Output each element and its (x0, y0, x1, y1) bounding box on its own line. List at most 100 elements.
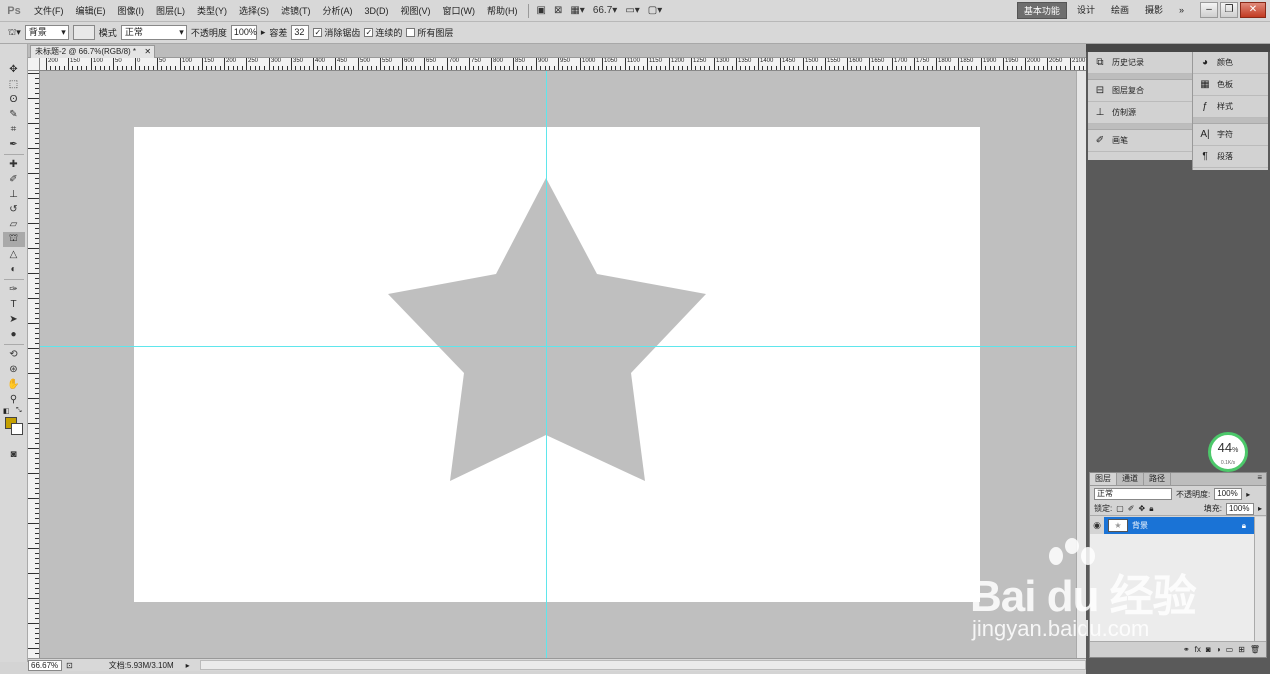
adjustment-layer-icon[interactable]: ◑ (1216, 645, 1221, 654)
bridge-icon[interactable]: ▣ (533, 2, 550, 20)
menu-item-5[interactable]: 选择(S) (233, 1, 275, 21)
layer-blend-mode-select[interactable]: 正常 (1094, 488, 1172, 500)
dock-collapse-strip[interactable] (1086, 44, 1270, 52)
layer-row-background[interactable]: ◉ ★ 背景 🔒︎ (1090, 517, 1254, 534)
close-tab-icon[interactable]: ✕ (144, 46, 151, 58)
swap-colors-icon[interactable]: ⤡ (16, 407, 22, 415)
horizontal-guide[interactable] (40, 346, 1076, 347)
path-select-tool-icon[interactable]: ➤ (3, 312, 25, 327)
panel-swatches[interactable]: ▦ 色板 (1193, 74, 1268, 96)
brush-tool-icon[interactable]: ✐ (3, 172, 25, 187)
menu-item-4[interactable]: 类型(Y) (191, 1, 233, 21)
workspace-essentials[interactable]: 基本功能 (1016, 2, 1067, 19)
tab-channels[interactable]: 通道 (1117, 473, 1144, 485)
type-tool-icon[interactable]: T (3, 297, 25, 312)
panel-history[interactable]: ⧉ 历史记录 (1088, 52, 1192, 74)
status-menu-icon[interactable]: ⊡ (66, 661, 73, 670)
ruler-origin[interactable] (28, 58, 40, 71)
workspace-painting[interactable]: 绘画 (1105, 2, 1135, 19)
dodge-tool-icon[interactable]: ◐ (3, 262, 25, 277)
minibridge-icon[interactable]: ⊠ (550, 2, 566, 20)
delete-layer-icon[interactable]: 🗑︎ (1250, 645, 1260, 654)
layer-fill-input[interactable]: 100% (1225, 502, 1254, 515)
layer-opacity-input[interactable]: 100% (1214, 488, 1243, 500)
document-canvas[interactable] (134, 127, 980, 602)
zoom-level-select[interactable]: 66.7▾ (589, 2, 622, 20)
arrange-documents-icon[interactable]: ▭▾ (621, 2, 643, 20)
3d-orbit-tool-icon[interactable]: ⊛ (3, 362, 25, 377)
panel-clone-source[interactable]: ⊥ 仿制源 (1088, 102, 1192, 124)
layer-opacity-arrow[interactable]: ▸ (1246, 490, 1250, 499)
quick-mask-icon[interactable]: ◙ (3, 447, 25, 462)
network-speed-meter[interactable]: 44% 0.1K/s (1208, 432, 1248, 472)
layer-style-icon[interactable]: fx (1195, 645, 1201, 654)
menu-item-1[interactable]: 编辑(E) (70, 1, 112, 21)
healing-brush-tool-icon[interactable]: ✚ (3, 157, 25, 172)
paint-bucket-tool-icon[interactable]: ⛫▾ (8, 27, 21, 39)
menu-item-10[interactable]: 窗口(W) (437, 1, 482, 21)
panel-brushes[interactable]: ✐ 画笔 (1088, 130, 1192, 152)
menu-item-3[interactable]: 图层(L) (150, 1, 191, 21)
pattern-swatch[interactable] (72, 25, 95, 40)
new-layer-icon[interactable]: ⊞ (1238, 645, 1245, 654)
workspace-more-button[interactable]: » (1173, 2, 1190, 19)
canvas-pasteboard[interactable] (40, 71, 1076, 658)
antialias-checkbox[interactable]: ✓ 消除锯齿 (313, 26, 360, 39)
view-extras-icon[interactable]: ▦▾ (566, 2, 588, 20)
tab-paths[interactable]: 路径 (1144, 473, 1171, 485)
panel-menu-icon[interactable]: ≡ (1257, 473, 1266, 485)
document-tab[interactable]: 未标题-2 @ 66.7%(RGB/8) * ✕ (30, 45, 156, 58)
new-group-icon[interactable]: ▭ (1226, 645, 1234, 654)
status-zoom-field[interactable]: 66.67% (28, 659, 62, 671)
layer-list-scrollbar[interactable] (1254, 517, 1266, 641)
contiguous-checkbox[interactable]: ✓ 连续的 (364, 26, 402, 39)
lock-transparency-icon[interactable]: ▢ (1116, 504, 1124, 513)
blur-tool-icon[interactable]: △ (3, 247, 25, 262)
screen-mode-icon[interactable]: ▢▾ (644, 2, 666, 20)
blend-mode-select[interactable]: 正常 (120, 25, 187, 40)
hand-tool-icon[interactable]: ✋ (3, 377, 25, 392)
fill-source-select[interactable]: 背景 (24, 25, 69, 40)
eyedropper-tool-icon[interactable]: ✒ (3, 137, 25, 152)
eraser-tool-icon[interactable]: ▱ (3, 217, 25, 232)
menu-item-9[interactable]: 视图(V) (395, 1, 437, 21)
opacity-input[interactable]: 100% (230, 25, 257, 40)
opacity-slider-arrow[interactable]: ▸ (261, 27, 266, 38)
workspace-photography[interactable]: 摄影 (1139, 2, 1169, 19)
lasso-tool-icon[interactable]: ʘ (3, 92, 25, 107)
menu-item-2[interactable]: 图像(I) (112, 1, 151, 21)
panel-layer-comps[interactable]: ⊟ 图层复合 (1088, 80, 1192, 102)
quick-select-tool-icon[interactable]: ✎ (3, 107, 25, 122)
canvas-vertical-scrollbar[interactable] (1076, 71, 1086, 658)
panel-color[interactable]: ◕ 颜色 (1193, 52, 1268, 74)
status-arrow-icon[interactable]: ▸ (186, 661, 190, 670)
vertical-guide[interactable] (546, 71, 547, 658)
visibility-eye-icon[interactable]: ◉ (1090, 517, 1104, 534)
workspace-design[interactable]: 设计 (1071, 2, 1101, 19)
move-tool-icon[interactable]: ✥ (3, 62, 25, 77)
menu-item-6[interactable]: 滤镜(T) (275, 1, 317, 21)
panel-paragraph[interactable]: ¶ 段落 (1193, 146, 1268, 168)
paint-bucket-tool-icon[interactable]: ⛫ (2, 232, 25, 247)
restore-button[interactable]: ❐ (1220, 2, 1238, 18)
default-colors-icon[interactable]: ◧ (3, 407, 10, 415)
menu-item-7[interactable]: 分析(A) (317, 1, 359, 21)
crop-tool-icon[interactable]: ⌗ (3, 122, 25, 137)
panel-character[interactable]: A| 字符 (1193, 124, 1268, 146)
vertical-ruler[interactable] (28, 71, 40, 658)
lock-position-icon[interactable]: ✥ (1139, 504, 1146, 513)
marquee-tool-icon[interactable]: ⬚ (3, 77, 25, 92)
lock-all-icon[interactable]: 🔒︎ (1149, 504, 1153, 514)
pen-tool-icon[interactable]: ✑ (3, 282, 25, 297)
horizontal-ruler[interactable]: 200 150 100 50 0 50 100 150 200 250 300 350 400 450 50… (40, 58, 1086, 71)
panel-styles[interactable]: ƒ 样式 (1193, 96, 1268, 118)
tolerance-input[interactable]: 32 (291, 25, 310, 40)
menu-item-0[interactable]: 文件(F) (28, 1, 70, 21)
all-layers-checkbox[interactable]: 所有图层 (406, 26, 453, 39)
3d-rotate-tool-icon[interactable]: ⟲ (3, 347, 25, 362)
layer-fill-arrow[interactable]: ▸ (1258, 504, 1262, 513)
layer-mask-icon[interactable]: ◙ (1206, 645, 1211, 654)
menu-item-11[interactable]: 帮助(H) (481, 1, 524, 21)
lock-pixels-icon[interactable]: ✐ (1128, 504, 1135, 513)
canvas-horizontal-scrollbar[interactable] (199, 660, 1086, 670)
